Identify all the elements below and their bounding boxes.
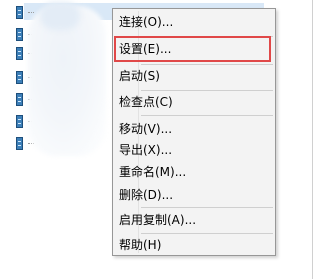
menu-item-label: 导出(X)...: [119, 143, 173, 157]
menu-item-start[interactable]: 启动(S): [119, 67, 269, 85]
server-icon: [16, 93, 23, 106]
menu-item-checkpoint[interactable]: 检查点(C): [119, 93, 269, 111]
menu-item-label: 启用复制(A)...: [119, 213, 197, 227]
vm-tree-item[interactable]: [12, 47, 34, 61]
vm-tree-item[interactable]: [12, 93, 34, 107]
vm-tree-item[interactable]: [12, 137, 34, 151]
menu-item-help[interactable]: 帮助(H): [119, 236, 269, 254]
menu-item-rename[interactable]: 重命名(M)...: [119, 163, 269, 181]
tree-connector: [28, 12, 34, 14]
menu-separator: [141, 90, 273, 91]
menu-item-move[interactable]: 移动(V)...: [119, 120, 269, 138]
menu-separator: [141, 207, 273, 208]
server-icon: [16, 6, 23, 19]
menu-separator: [141, 115, 273, 116]
menu-separator: [141, 64, 273, 65]
server-icon: [16, 47, 23, 60]
menu-item-export[interactable]: 导出(X)...: [119, 141, 269, 159]
pane-divider: [312, 0, 313, 279]
redacted-vm-names: [40, 2, 80, 30]
vm-tree-item[interactable]: [12, 71, 34, 85]
menu-item-label: 帮助(H): [119, 238, 162, 252]
server-icon: [16, 28, 23, 41]
menu-item-enable-replication[interactable]: 启用复制(A)...: [119, 211, 269, 229]
vm-tree-item[interactable]: [12, 28, 34, 42]
server-icon: [16, 115, 23, 128]
menu-item-label: 检查点(C): [119, 95, 173, 109]
menu-item-label: 移动(V)...: [119, 122, 173, 136]
settings-highlight-annotation: [114, 36, 271, 62]
menu-item-label: 重命名(M)...: [119, 165, 187, 179]
menu-item-delete[interactable]: 删除(D)...: [119, 186, 269, 204]
server-icon: [16, 137, 23, 150]
menu-item-label: 删除(D)...: [119, 188, 174, 202]
vm-tree-item[interactable]: [12, 115, 34, 129]
menu-item-label: 连接(O)...: [119, 15, 174, 29]
vm-tree-item[interactable]: [12, 6, 34, 20]
menu-item-connect[interactable]: 连接(O)...: [119, 13, 269, 31]
menu-separator: [141, 233, 273, 234]
menu-item-label: 启动(S): [119, 69, 160, 83]
server-icon: [16, 71, 23, 84]
